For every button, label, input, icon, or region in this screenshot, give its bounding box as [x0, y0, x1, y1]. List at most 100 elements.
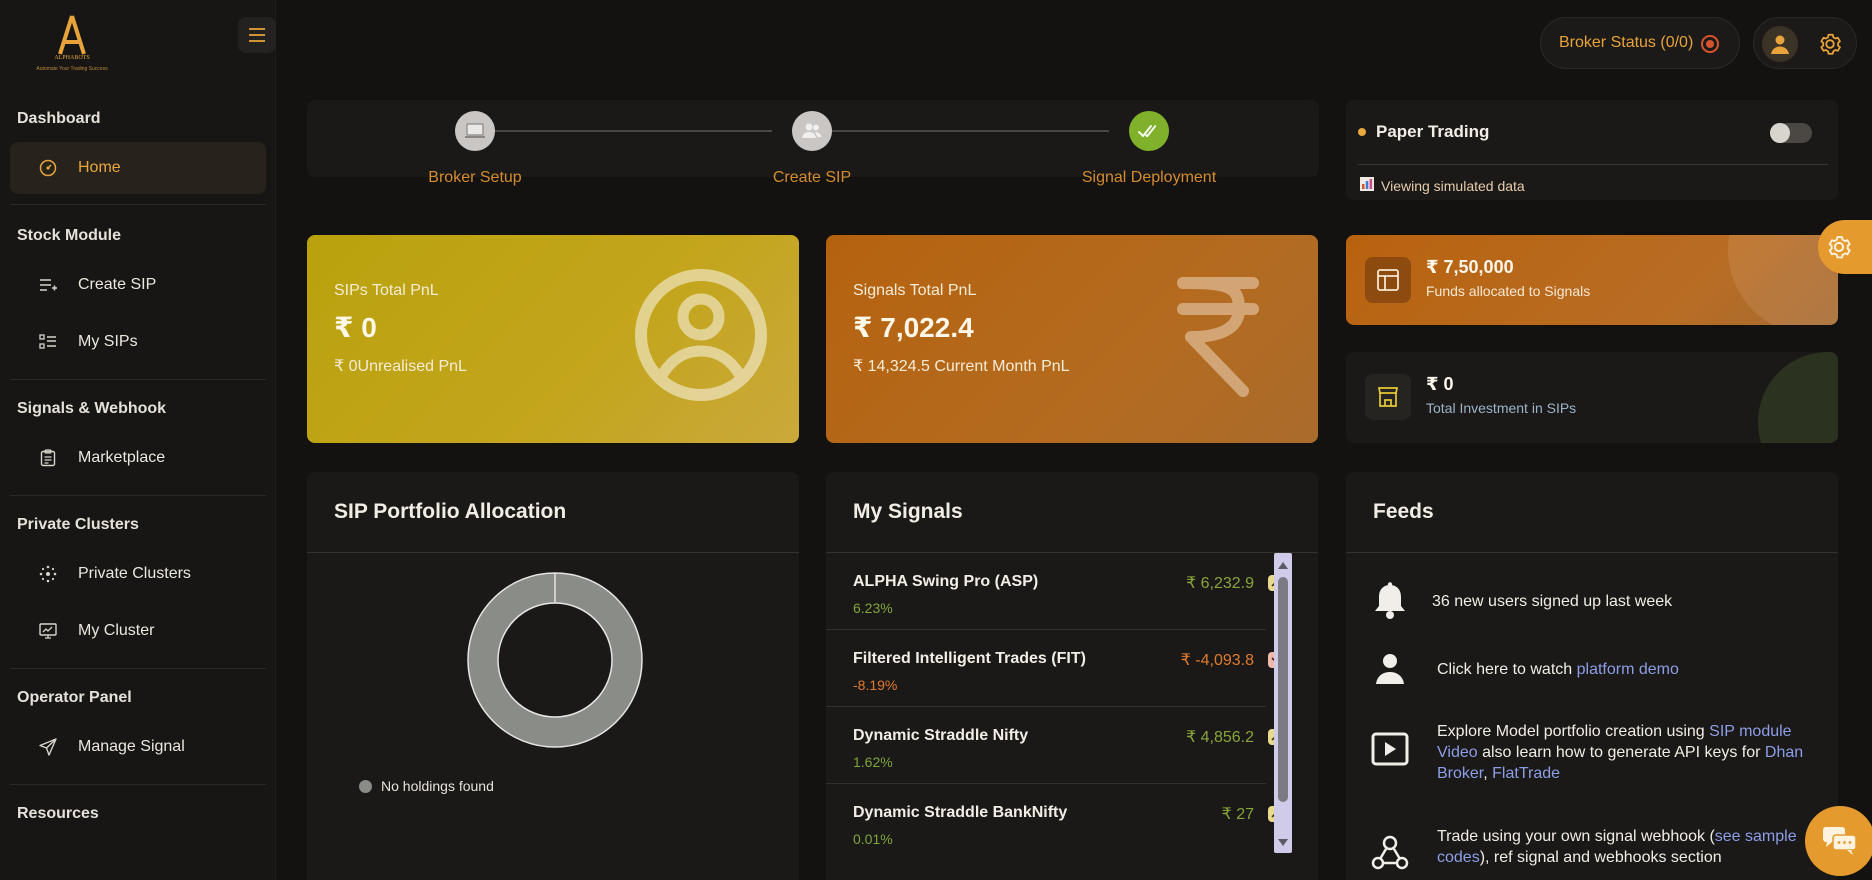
broker-status-indicator — [1701, 35, 1719, 53]
section-operator-panel: Operator Panel — [17, 689, 132, 706]
chart-legend[interactable]: No holdings found — [359, 778, 494, 794]
laptop-icon — [455, 111, 495, 151]
section-resources: Resources — [17, 805, 99, 822]
user-icon — [1771, 35, 1789, 54]
settings-button[interactable] — [1817, 31, 1843, 62]
user-icon — [1370, 649, 1410, 689]
chat-icon — [1823, 827, 1857, 855]
logo-wordmark: ALPHABOTS — [54, 55, 89, 61]
panel-title: My Signals — [853, 500, 963, 523]
sidebar-item-my-cluster[interactable]: My Cluster — [10, 605, 266, 657]
logo-tagline: Automate Your Trading Success — [36, 66, 108, 72]
panel-title: Feeds — [1373, 500, 1434, 523]
scroll-up-arrow[interactable] — [1278, 562, 1288, 569]
chat-support-button[interactable] — [1805, 806, 1872, 876]
store-icon — [1365, 374, 1411, 420]
monitor-icon — [37, 620, 59, 642]
bell-icon — [1370, 581, 1410, 621]
signal-name: ALPHA Swing Pro (ASP) — [853, 573, 1039, 590]
platform-demo-link[interactable]: platform demo — [1577, 661, 1679, 678]
funds-label: Funds allocated to Signals — [1426, 283, 1591, 299]
sip-portfolio-panel: SIP Portfolio Allocation No holdings fou… — [307, 472, 799, 880]
section-private-clusters: Private Clusters — [17, 516, 139, 533]
signal-name: Dynamic Straddle BankNifty — [853, 804, 1068, 821]
step-signal-deployment[interactable]: Signal Deployment — [1069, 111, 1229, 187]
signal-list-scrollbar[interactable] — [1274, 553, 1292, 853]
broker-status-label: Broker Status (0/0) — [1559, 34, 1694, 51]
paper-trading-title: Paper Trading — [1358, 122, 1489, 142]
funds-value: ₹ 0 — [1426, 374, 1454, 394]
sidebar-item-label: Marketplace — [78, 449, 166, 466]
panel-title: SIP Portfolio Allocation — [334, 500, 567, 523]
sidebar-item-create-sip[interactable]: Create SIP — [10, 259, 266, 311]
user-avatar-button[interactable] — [1762, 26, 1798, 62]
sips-pnl-card: SIPs Total PnL ₹ 0 ₹ 0Unrealised PnL — [307, 235, 799, 443]
feed-text: Explore Model portfolio creation using S… — [1437, 723, 1804, 782]
gear-icon — [1828, 236, 1851, 259]
sidebar-item-label: My Cluster — [78, 622, 155, 639]
sidebar: ALPHABOTS Automate Your Trading Success … — [0, 0, 276, 880]
play-icon — [1370, 729, 1410, 769]
sidebar-item-label: Home — [78, 159, 121, 176]
bar-chart-icon — [1360, 177, 1374, 194]
gear-icon — [1820, 33, 1841, 55]
sidebar-item-label: Create SIP — [78, 276, 157, 293]
signal-percent: 1.62% — [853, 754, 893, 770]
signal-row[interactable]: Dynamic Straddle BankNifty 0.01% ₹ 27 — [826, 784, 1284, 861]
sidebar-nav: Dashboard Home Stock Module Create SIP M… — [0, 110, 276, 825]
hamburger-icon — [249, 28, 265, 42]
scroll-down-arrow[interactable] — [1278, 839, 1288, 846]
send-icon — [37, 736, 59, 758]
pnl-sub: ₹ 0Unrealised PnL — [334, 358, 467, 375]
playlist-add-icon — [37, 274, 59, 296]
clipboard-icon — [37, 447, 59, 469]
feed-text: Trade using your own signal webhook (see… — [1437, 828, 1797, 866]
signal-row[interactable]: Filtered Intelligent Trades (FIT) -8.19%… — [826, 630, 1284, 707]
alphabots-logo[interactable]: ALPHABOTS Automate Your Trading Success — [22, 14, 122, 74]
signal-name: Dynamic Straddle Nifty — [853, 727, 1029, 744]
sip-investment-card: ₹ 0 Total Investment in SIPs — [1346, 352, 1838, 443]
signal-percent: -8.19% — [853, 677, 898, 693]
step-label: Create SIP — [772, 169, 852, 186]
pnl-label: SIPs Total PnL — [334, 282, 439, 299]
flattrade-link[interactable]: FlatTrade — [1492, 765, 1560, 782]
pnl-value: ₹ 7,022.4 — [853, 312, 974, 343]
pnl-label: Signals Total PnL — [853, 282, 977, 299]
step-broker-setup[interactable]: Broker Setup — [395, 111, 555, 187]
step-label: Broker Setup — [428, 169, 522, 186]
sidebar-item-my-sips[interactable]: My SIPs — [10, 316, 266, 368]
list-icon — [37, 331, 59, 353]
signal-list: ALPHA Swing Pro (ASP) 6.23% ₹ 6,232.9 Fi… — [826, 553, 1284, 861]
section-signals-webhook: Signals & Webhook — [17, 400, 167, 417]
sidebar-item-private-clusters[interactable]: Private Clusters — [10, 548, 266, 600]
signal-row[interactable]: Dynamic Straddle Nifty 1.62% ₹ 4,856.2 — [826, 707, 1284, 784]
scroll-thumb[interactable] — [1278, 577, 1288, 802]
section-dashboard: Dashboard — [17, 110, 101, 127]
users-icon — [792, 111, 832, 151]
layout-icon — [1365, 257, 1411, 303]
step-create-sip[interactable]: Create SIP — [732, 111, 892, 187]
signal-row[interactable]: ALPHA Swing Pro (ASP) 6.23% ₹ 6,232.9 — [826, 553, 1284, 630]
floating-settings-button[interactable] — [1818, 220, 1872, 274]
sidebar-item-marketplace[interactable]: Marketplace — [10, 432, 266, 484]
signal-value: ₹ 27 — [1221, 806, 1254, 823]
sidebar-item-manage-signal[interactable]: Manage Signal — [10, 721, 266, 773]
sidebar-item-home[interactable]: Home — [10, 142, 266, 194]
signal-percent: 6.23% — [853, 600, 893, 616]
feed-text: 36 new users signed up last week — [1432, 593, 1673, 610]
signal-percent: 0.01% — [853, 831, 893, 847]
cluster-icon — [37, 563, 59, 585]
rupee-icon — [1173, 275, 1263, 405]
signal-name: Filtered Intelligent Trades (FIT) — [853, 650, 1086, 667]
user-menu — [1753, 17, 1857, 69]
hamburger-menu-button[interactable] — [238, 17, 276, 53]
broker-status-button[interactable]: Broker Status (0/0) — [1540, 17, 1740, 69]
sidebar-item-label: Private Clusters — [78, 565, 191, 582]
pnl-sub: ₹ 14,324.5 Current Month PnL — [853, 358, 1070, 375]
signal-value: ₹ 6,232.9 — [1185, 575, 1254, 592]
step-label: Signal Deployment — [1081, 169, 1217, 186]
sidebar-item-label: My SIPs — [78, 333, 138, 350]
webhook-icon — [1370, 832, 1410, 872]
signal-value: ₹ -4,093.8 — [1180, 652, 1254, 669]
paper-trading-toggle[interactable] — [1770, 123, 1812, 143]
